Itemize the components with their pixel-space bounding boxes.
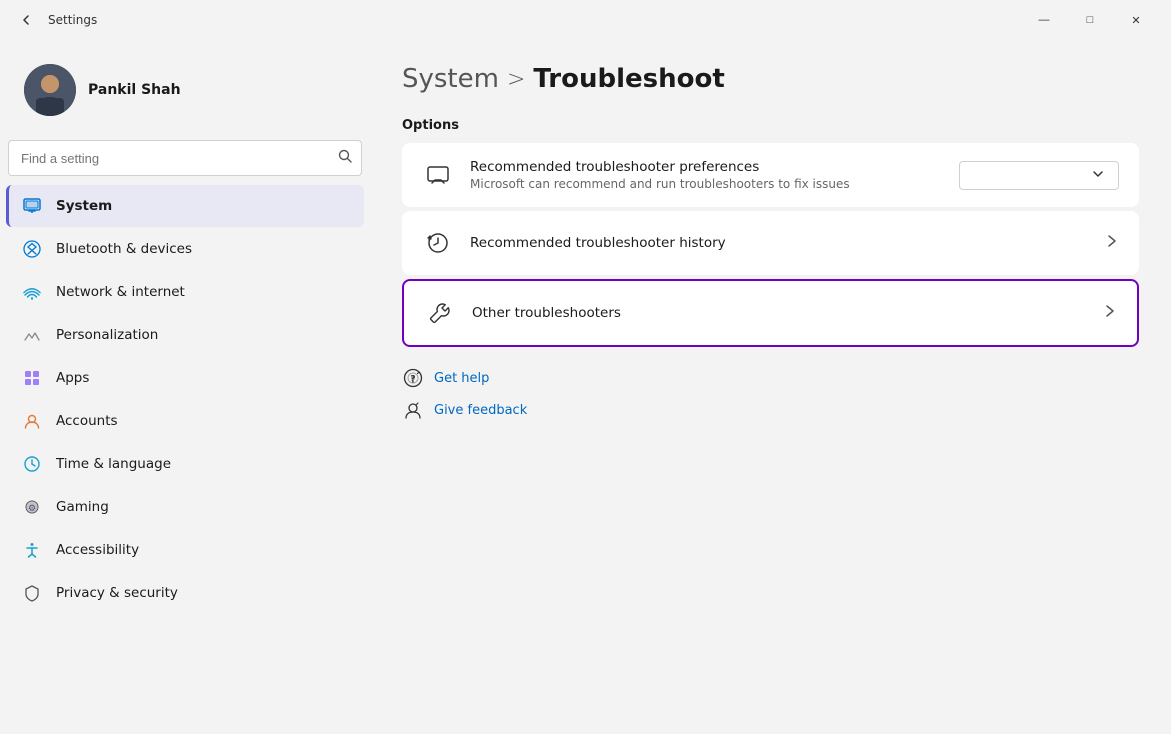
page-header: System > Troubleshoot xyxy=(402,64,1139,94)
svg-text:⚙: ⚙ xyxy=(28,504,36,514)
sidebar-item-network[interactable]: Network & internet xyxy=(6,271,364,313)
main-content: System > Troubleshoot Options Recommende… xyxy=(370,40,1171,734)
card-text-recommended-prefs: Recommended troubleshooter preferences M… xyxy=(470,159,943,191)
window-title: Settings xyxy=(48,13,97,27)
chat-icon xyxy=(422,159,454,191)
give-feedback-icon xyxy=(402,399,424,421)
privacy-icon xyxy=(22,583,42,603)
card-title-recommended-prefs: Recommended troubleshooter preferences xyxy=(470,159,943,175)
card-recommended-history: Recommended troubleshooter history xyxy=(402,211,1139,275)
dropdown-chevron-icon xyxy=(1092,168,1104,183)
card-subtitle-recommended-prefs: Microsoft can recommend and run troubles… xyxy=(470,177,943,191)
get-help-link[interactable]: ? Get help xyxy=(402,367,1139,389)
give-feedback-link[interactable]: Give feedback xyxy=(402,399,1139,421)
sidebar-label-gaming: Gaming xyxy=(56,499,348,515)
section-options-label: Options xyxy=(402,118,1139,133)
sidebar-item-accounts[interactable]: Accounts xyxy=(6,400,364,442)
sidebar: Pankil Shah xyxy=(0,40,370,734)
card-text-recommended-history: Recommended troubleshooter history xyxy=(470,235,1089,251)
titlebar: Settings — □ ✕ xyxy=(0,0,1171,40)
recommended-prefs-dropdown[interactable] xyxy=(959,161,1119,190)
accessibility-icon xyxy=(22,540,42,560)
search-container xyxy=(8,140,362,176)
bluetooth-icon xyxy=(22,239,42,259)
card-action-recommended-prefs xyxy=(959,161,1119,190)
get-help-icon: ? xyxy=(402,367,424,389)
sidebar-label-network: Network & internet xyxy=(56,284,348,300)
sidebar-item-gaming[interactable]: ⚙ Gaming xyxy=(6,486,364,528)
breadcrumb: System > Troubleshoot xyxy=(402,64,1139,94)
sidebar-nav: System Bluetooth & devices xyxy=(0,184,370,615)
search-input[interactable] xyxy=(8,140,362,176)
breadcrumb-separator: > xyxy=(507,67,525,92)
card-title-other-troubleshooters: Other troubleshooters xyxy=(472,305,1087,321)
accounts-icon xyxy=(22,411,42,431)
sidebar-label-accounts: Accounts xyxy=(56,413,348,429)
sidebar-item-accessibility[interactable]: Accessibility xyxy=(6,529,364,571)
sidebar-label-time: Time & language xyxy=(56,456,348,472)
close-button[interactable]: ✕ xyxy=(1113,0,1159,40)
sidebar-item-personalization[interactable]: Personalization xyxy=(6,314,364,356)
card-other-troubleshooters: Other troubleshooters xyxy=(402,279,1139,347)
time-icon xyxy=(22,454,42,474)
avatar xyxy=(24,64,76,116)
card-recommended-prefs: Recommended troubleshooter preferences M… xyxy=(402,143,1139,207)
back-button[interactable] xyxy=(12,6,40,34)
links-section: ? Get help Give feedback xyxy=(402,367,1139,421)
sidebar-item-privacy[interactable]: Privacy & security xyxy=(6,572,364,614)
card-item-recommended-history[interactable]: Recommended troubleshooter history xyxy=(402,211,1139,275)
card-title-recommended-history: Recommended troubleshooter history xyxy=(470,235,1089,251)
network-icon xyxy=(22,282,42,302)
sidebar-label-privacy: Privacy & security xyxy=(56,585,348,601)
restore-button[interactable]: □ xyxy=(1067,0,1113,40)
sidebar-item-time[interactable]: Time & language xyxy=(6,443,364,485)
chevron-right-icon-2 xyxy=(1103,304,1117,322)
wrench-icon xyxy=(424,297,456,329)
personalization-icon xyxy=(22,325,42,345)
breadcrumb-current: Troubleshoot xyxy=(533,64,724,94)
minimize-button[interactable]: — xyxy=(1021,0,1067,40)
avatar-image xyxy=(24,64,76,116)
sidebar-label-apps: Apps xyxy=(56,370,348,386)
history-icon xyxy=(422,227,454,259)
sidebar-label-personalization: Personalization xyxy=(56,327,348,343)
card-item-other-troubleshooters[interactable]: Other troubleshooters xyxy=(404,281,1137,345)
gaming-icon: ⚙ xyxy=(22,497,42,517)
user-name: Pankil Shah xyxy=(88,82,181,98)
svg-text:?: ? xyxy=(410,375,415,385)
sidebar-label-bluetooth: Bluetooth & devices xyxy=(56,241,348,257)
card-action-other-troubleshooters xyxy=(1103,304,1117,322)
window-controls: — □ ✕ xyxy=(1021,0,1159,40)
chevron-right-icon xyxy=(1105,234,1119,252)
card-action-recommended-history xyxy=(1105,234,1119,252)
app-body: Pankil Shah xyxy=(0,40,1171,734)
sidebar-label-system: System xyxy=(56,198,348,214)
give-feedback-label: Give feedback xyxy=(434,403,527,418)
sidebar-item-bluetooth[interactable]: Bluetooth & devices xyxy=(6,228,364,270)
sidebar-item-apps[interactable]: Apps xyxy=(6,357,364,399)
get-help-label: Get help xyxy=(434,371,489,386)
breadcrumb-parent: System xyxy=(402,64,499,94)
card-item-recommended-prefs[interactable]: Recommended troubleshooter preferences M… xyxy=(402,143,1139,207)
sidebar-item-system[interactable]: System xyxy=(6,185,364,227)
system-icon xyxy=(22,196,42,216)
card-text-other-troubleshooters: Other troubleshooters xyxy=(472,305,1087,321)
user-profile[interactable]: Pankil Shah xyxy=(8,48,362,132)
sidebar-label-accessibility: Accessibility xyxy=(56,542,348,558)
apps-icon xyxy=(22,368,42,388)
